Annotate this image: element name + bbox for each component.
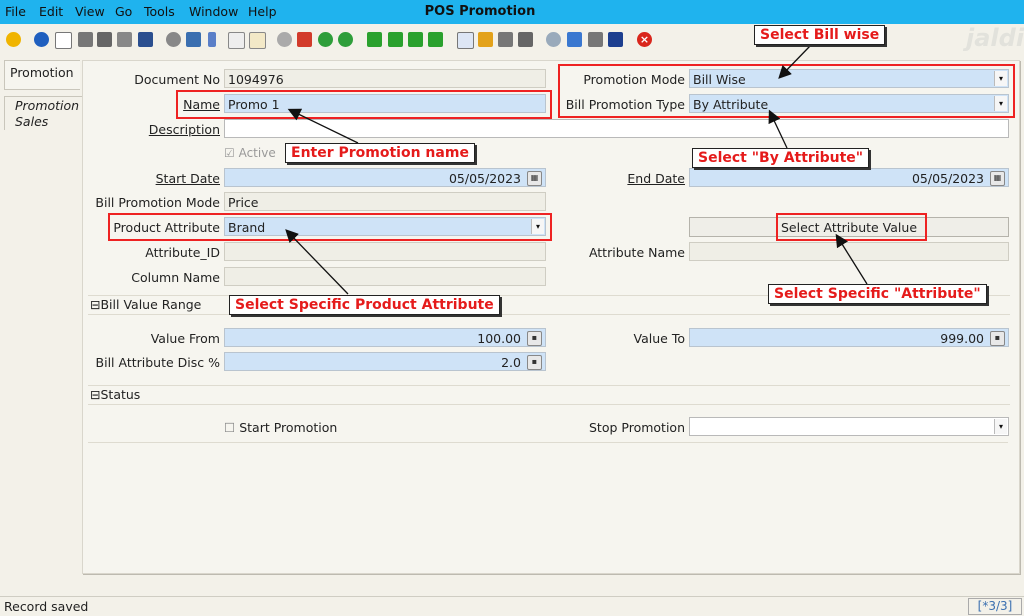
callout-select-specific-attribute: Select Specific "Attribute" [768, 284, 987, 304]
arrow-promotion-name [287, 108, 359, 144]
record-counter[interactable]: [*3/3] [968, 598, 1022, 615]
status-bar: Record saved [*3/3] [0, 596, 1024, 616]
annotation-arrows [285, 45, 868, 295]
callout-select-bill-wise: Select Bill wise [754, 25, 886, 45]
callout-enter-promotion-name: Enter Promotion name [285, 143, 475, 163]
arrow-bill-wise [778, 45, 811, 79]
callout-select-specific-product-attribute: Select Specific Product Attribute [229, 295, 500, 315]
callout-select-by-attribute: Select "By Attribute" [692, 148, 870, 168]
arrow-specific-attribute [835, 233, 868, 285]
status-message: Record saved [4, 599, 89, 614]
arrow-product-attribute [285, 229, 349, 295]
arrow-by-attribute [768, 109, 788, 149]
